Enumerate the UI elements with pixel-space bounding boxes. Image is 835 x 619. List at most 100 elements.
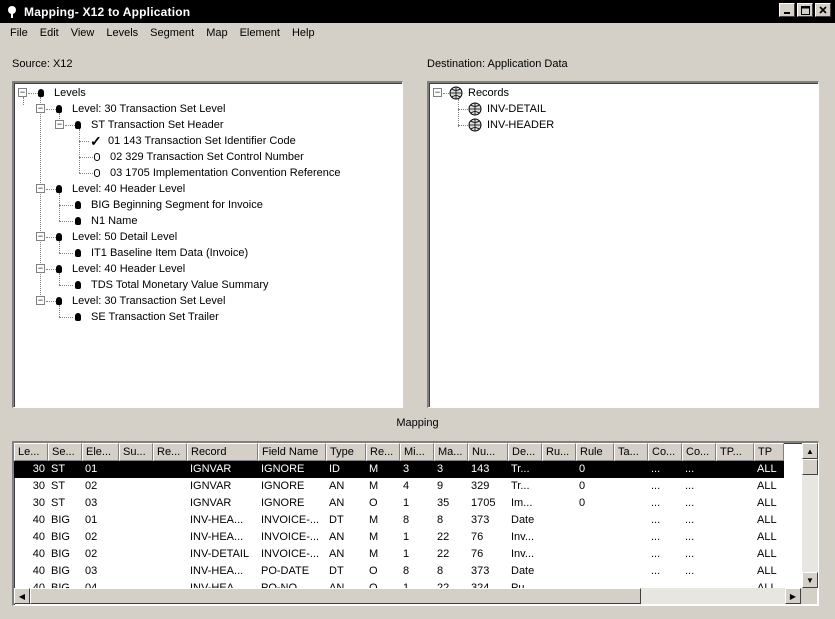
destination-label: Destination: Application Data [427,58,568,70]
column-header[interactable]: Re... [153,443,187,461]
column-header[interactable]: Re... [366,443,400,461]
scroll-up-button[interactable]: ▲ [802,443,818,459]
tree-node-tds[interactable]: TDS Total Monetary Value Summary [75,277,269,293]
hscroll-thumb[interactable] [30,588,641,604]
table-cell: 04 [85,582,98,588]
column-header[interactable]: Ru... [542,443,576,461]
table-row[interactable]: 40 BIG 02 INV-HEA... INVOICE-... AN M 1 22 76 Inv.… [14,529,784,546]
column-header[interactable]: Ma... [434,443,468,461]
column-header[interactable]: Le... [14,443,48,461]
table-cell: 3 [403,463,410,475]
column-header[interactable]: Ele... [82,443,119,461]
minimize-button[interactable] [779,3,795,17]
tree-node-st02[interactable]: 02 329 Transaction Set Control Number [94,149,304,165]
tree-node-levels[interactable]: Levels [38,85,86,101]
table-cell: 0 [579,463,586,475]
table-cell: 3 [437,463,444,475]
expander-levels[interactable]: − [18,88,27,97]
tree-node-it1[interactable]: IT1 Baseline Item Data (Invoice) [75,245,248,261]
table-cell: ... [651,497,661,509]
maximize-button[interactable] [797,3,813,17]
column-header[interactable]: Se... [48,443,82,461]
menu-map[interactable]: Map [200,27,233,39]
expander-level-30[interactable]: − [36,104,45,113]
column-header[interactable]: Co... [648,443,682,461]
table-row[interactable]: 30 ST 03 IGNVAR IGNORE AN O 1 35 1705 Im... 0......… [14,495,784,512]
menu-levels[interactable]: Levels [100,27,144,39]
destination-tree[interactable]: − Records INV-DETAIL INV-HEADER [427,81,819,408]
column-header[interactable]: De... [508,443,542,461]
globe-icon [468,118,482,132]
menu-segment[interactable]: Segment [144,27,200,39]
menu-element[interactable]: Element [234,27,286,39]
table-row[interactable]: 40 BIG 01 INV-HEA... INVOICE-... DT M 8 8 373 Date… [14,512,784,529]
tree-node-inv-header[interactable]: INV-HEADER [468,117,554,133]
column-header[interactable]: Record [187,443,258,461]
expander-level-40[interactable]: − [36,184,45,193]
tree-node-records[interactable]: Records [449,85,509,101]
table-cell [716,478,754,495]
source-tree[interactable]: − Levels − Level: 30 Transaction Set Lev… [12,81,403,408]
tree-node-level-30[interactable]: Level: 30 Transaction Set Level [56,101,225,117]
table-cell: 03 [85,497,98,509]
table-cell [542,512,576,529]
column-header[interactable]: Field Name [258,443,326,461]
column-header[interactable]: Rule [576,443,614,461]
vertical-scrollbar[interactable]: ▲ ▼ [802,443,818,588]
tree-node-inv-detail[interactable]: INV-DETAIL [468,101,546,117]
tree-node-big[interactable]: BIG Beginning Segment for Invoice [75,197,263,213]
table-cell: ... [651,548,661,560]
tree-node-st03[interactable]: 03 1705 Implementation Convention Refere… [94,165,341,181]
tree-node-n1[interactable]: N1 Name [75,213,137,229]
table-row[interactable]: 40 BIG 03 INV-HEA... PO-DATE DT O 8 8 373 Date....… [14,563,784,580]
scroll-down-button[interactable]: ▼ [802,572,818,588]
expander-level-40b[interactable]: − [36,264,45,273]
table-row[interactable]: 30 ST 01 IGNVAR IGNORE ID M 3 3 143 Tr... 0...... AL… [14,461,784,478]
table-cell: ALL [757,565,777,577]
table-cell: ... [685,463,695,475]
table-cell: IGNORE [261,497,305,509]
table-row[interactable]: 40 BIG 04 INV-HEA... PO-NO AN O 1 22 324 Pu.......… [14,580,784,588]
menu-edit[interactable]: Edit [34,27,65,39]
tree-node-level-40b[interactable]: Level: 40 Header Level [56,261,185,277]
table-cell: 30 [32,497,45,509]
table-cell [576,529,614,546]
scroll-right-button[interactable]: ▶ [785,588,801,604]
table-cell: M [369,548,379,560]
menu-file[interactable]: File [4,27,34,39]
column-header[interactable]: Su... [119,443,153,461]
table-cell [716,512,754,529]
table-cell: 76 [471,548,484,560]
expander-records[interactable]: − [433,88,442,97]
tree-node-level-30b[interactable]: Level: 30 Transaction Set Level [56,293,225,309]
check-icon: ✓ [90,132,102,149]
mapping-grid[interactable]: Le... Se... Ele... Su... Re... Record Field Na… [12,441,819,606]
table-cell: ... [651,565,661,577]
column-header[interactable]: Ta... [614,443,648,461]
table-cell: 40 [32,582,45,588]
close-button[interactable] [815,3,831,17]
menu-view[interactable]: View [65,27,101,39]
expander-st[interactable]: − [55,120,64,129]
scroll-left-button[interactable]: ◀ [14,588,30,604]
tree-node-st01[interactable]: ✓ 01 143 Transaction Set Identifier Code [90,133,296,149]
table-cell: 0 [579,497,586,509]
column-header[interactable]: TP... [716,443,754,461]
tree-node-level-50[interactable]: Level: 50 Detail Level [56,229,177,245]
column-header[interactable]: Nu... [468,443,508,461]
column-header[interactable]: Mi... [400,443,434,461]
horizontal-scrollbar[interactable]: ◀ ▶ [14,588,801,604]
table-cell: IGNVAR [190,497,232,509]
scroll-thumb[interactable] [802,459,818,475]
tree-node-st[interactable]: ST Transaction Set Header [75,117,223,133]
tree-node-level-40[interactable]: Level: 40 Header Level [56,181,185,197]
column-header[interactable]: Type [326,443,366,461]
menu-help[interactable]: Help [286,27,321,39]
table-row[interactable]: 40 BIG 02 INV-DETAIL INVOICE-... AN M 1 22 76 Inv.… [14,546,784,563]
table-row[interactable]: 30 ST 02 IGNVAR IGNORE AN M 4 9 329 Tr... 0...... AL… [14,478,784,495]
expander-level-50[interactable]: − [36,232,45,241]
expander-level-30b[interactable]: − [36,296,45,305]
tree-node-se[interactable]: SE Transaction Set Trailer [75,309,219,325]
column-header[interactable]: TP [754,443,784,461]
column-header[interactable]: Co... [682,443,716,461]
